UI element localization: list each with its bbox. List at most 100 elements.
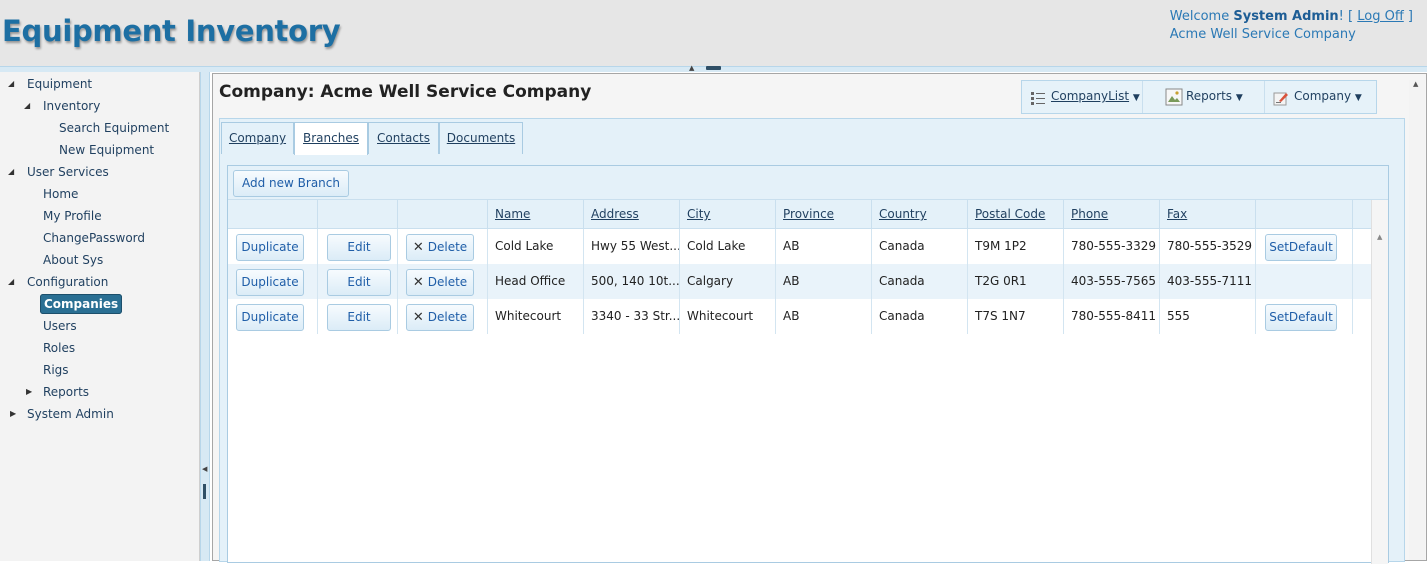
nav-item-search-equipment[interactable]: Search Equipment <box>0 118 169 138</box>
nav-item-users[interactable]: Users <box>0 316 77 336</box>
cell-duplicate: Duplicate <box>228 229 318 264</box>
tab-label[interactable]: Company <box>229 131 286 145</box>
add-new-branch-button[interactable]: Add new Branch <box>233 170 349 197</box>
column-label[interactable]: City <box>687 207 711 221</box>
tab-company[interactable]: Company <box>221 122 294 154</box>
delete-button[interactable]: ✕ Delete <box>406 234 474 261</box>
edit-button[interactable]: Edit <box>327 234 391 261</box>
column-label[interactable]: Name <box>495 207 530 221</box>
column-label[interactable]: Fax <box>1167 207 1187 221</box>
collapse-up-icon[interactable]: ▲ <box>689 64 694 72</box>
collapse-left-icon[interactable]: ◀ <box>202 465 207 473</box>
nav-label[interactable]: New Equipment <box>59 143 154 157</box>
company-menu-button[interactable]: Company ▼ <box>1265 81 1376 113</box>
duplicate-button[interactable]: Duplicate <box>236 269 304 296</box>
column-header-name[interactable]: Name <box>488 200 584 228</box>
delete-button[interactable]: ✕ Delete <box>406 304 474 331</box>
nav-label[interactable]: User Services <box>27 165 109 179</box>
nav-label[interactable]: Equipment <box>27 77 92 91</box>
nav-item-system-admin[interactable]: ▶ System Admin <box>0 404 114 424</box>
main-content: Company: Acme Well Service Company Compa… <box>212 73 1427 564</box>
cell-country: Canada <box>872 264 968 299</box>
nav-item-equipment[interactable]: ◢ Equipment <box>0 74 92 94</box>
nav-label[interactable]: System Admin <box>27 407 114 421</box>
cell-fax: 555 <box>1160 299 1256 334</box>
column-label[interactable]: Province <box>783 207 834 221</box>
nav-label-selected[interactable]: Companies <box>40 294 123 314</box>
splitter-grip-icon[interactable] <box>203 484 206 499</box>
companylist-label[interactable]: CompanyList <box>1051 89 1129 103</box>
column-header-city[interactable]: City <box>680 200 776 228</box>
tab-label[interactable]: Contacts <box>377 131 430 145</box>
tab-branches[interactable]: Branches <box>294 122 368 155</box>
grid-scrollbar[interactable]: ▲ <box>1371 200 1388 564</box>
splitter-grip-icon[interactable] <box>706 66 721 70</box>
tab-contacts[interactable]: Contacts <box>368 122 439 154</box>
reports-label[interactable]: Reports <box>1186 89 1232 103</box>
nav-label[interactable]: Inventory <box>43 99 100 113</box>
column-header-phone[interactable]: Phone <box>1064 200 1160 228</box>
nav-item-configuration[interactable]: ◢ Configuration <box>0 272 108 292</box>
column-header-fax[interactable]: Fax <box>1160 200 1256 228</box>
company-edit-icon <box>1273 87 1289 106</box>
page-scrollbar[interactable]: ▲ <box>1409 80 1425 560</box>
nav-item-change-password[interactable]: ChangePassword <box>0 228 145 248</box>
nav-item-home[interactable]: Home <box>0 184 78 204</box>
nav-item-new-equipment[interactable]: New Equipment <box>0 140 154 160</box>
cell-country: Canada <box>872 299 968 334</box>
column-header-country[interactable]: Country <box>872 200 968 228</box>
nav-label[interactable]: Configuration <box>27 275 108 289</box>
tab-label[interactable]: Branches <box>303 131 359 145</box>
scroll-up-icon[interactable]: ▲ <box>1377 233 1382 241</box>
expanded-toggle-icon[interactable]: ◢ <box>8 162 18 182</box>
logoff-link[interactable]: Log Off <box>1357 9 1404 24</box>
column-label[interactable]: Postal Code <box>975 207 1045 221</box>
expanded-toggle-icon[interactable]: ◢ <box>8 272 18 292</box>
tab-documents[interactable]: Documents <box>439 122 523 154</box>
column-label[interactable]: Phone <box>1071 207 1108 221</box>
nav-label[interactable]: Search Equipment <box>59 121 169 135</box>
delete-button[interactable]: ✕ Delete <box>406 269 474 296</box>
nav-item-inventory[interactable]: ◢ Inventory <box>0 96 100 116</box>
nav-label[interactable]: My Profile <box>43 209 102 223</box>
edit-button[interactable]: Edit <box>327 304 391 331</box>
expanded-toggle-icon[interactable]: ◢ <box>8 74 18 94</box>
nav-label[interactable]: Home <box>43 187 78 201</box>
duplicate-button[interactable]: Duplicate <box>236 234 304 261</box>
cell-fax: 403-555-7111 <box>1160 264 1256 299</box>
column-header-province[interactable]: Province <box>776 200 872 228</box>
collapsed-toggle-icon[interactable]: ▶ <box>10 404 20 424</box>
tab-label[interactable]: Documents <box>447 131 515 145</box>
setdefault-button[interactable]: SetDefault <box>1265 234 1337 261</box>
column-label[interactable]: Address <box>591 207 639 221</box>
edit-button[interactable]: Edit <box>327 269 391 296</box>
welcome-prefix: Welcome <box>1169 9 1234 24</box>
expanded-toggle-icon[interactable]: ◢ <box>24 96 34 116</box>
sidebar-splitter[interactable]: ◀ <box>200 72 210 561</box>
nav-label[interactable]: Reports <box>43 385 89 399</box>
setdefault-button[interactable]: SetDefault <box>1265 304 1337 331</box>
nav-item-about-sys[interactable]: About Sys <box>0 250 103 270</box>
companylist-menu-button[interactable]: CompanyList ▼ <box>1022 81 1143 113</box>
nav-item-reports[interactable]: ▶ Reports <box>0 382 89 402</box>
column-label[interactable]: Country <box>879 207 927 221</box>
nav-item-companies[interactable]: Companies <box>0 294 123 314</box>
nav-label[interactable]: About Sys <box>43 253 103 267</box>
cell-province: AB <box>776 299 872 334</box>
collapsed-toggle-icon[interactable]: ▶ <box>26 382 36 402</box>
column-header-postal-code[interactable]: Postal Code <box>968 200 1064 228</box>
nav-label[interactable]: Users <box>43 319 77 333</box>
company-label[interactable]: Company <box>1294 89 1351 103</box>
nav-label[interactable]: Roles <box>43 341 75 355</box>
duplicate-button[interactable]: Duplicate <box>236 304 304 331</box>
reports-menu-button[interactable]: Reports ▼ <box>1143 81 1265 113</box>
scroll-up-icon[interactable]: ▲ <box>1413 80 1418 88</box>
nav-label[interactable]: Rigs <box>43 363 69 377</box>
nav-item-user-services[interactable]: ◢ User Services <box>0 162 109 182</box>
nav-item-my-profile[interactable]: My Profile <box>0 206 102 226</box>
column-header-address[interactable]: Address <box>584 200 680 228</box>
nav-item-roles[interactable]: Roles <box>0 338 75 358</box>
cell-delete: ✕ Delete <box>398 264 488 299</box>
nav-item-rigs[interactable]: Rigs <box>0 360 69 380</box>
nav-label[interactable]: ChangePassword <box>43 231 145 245</box>
